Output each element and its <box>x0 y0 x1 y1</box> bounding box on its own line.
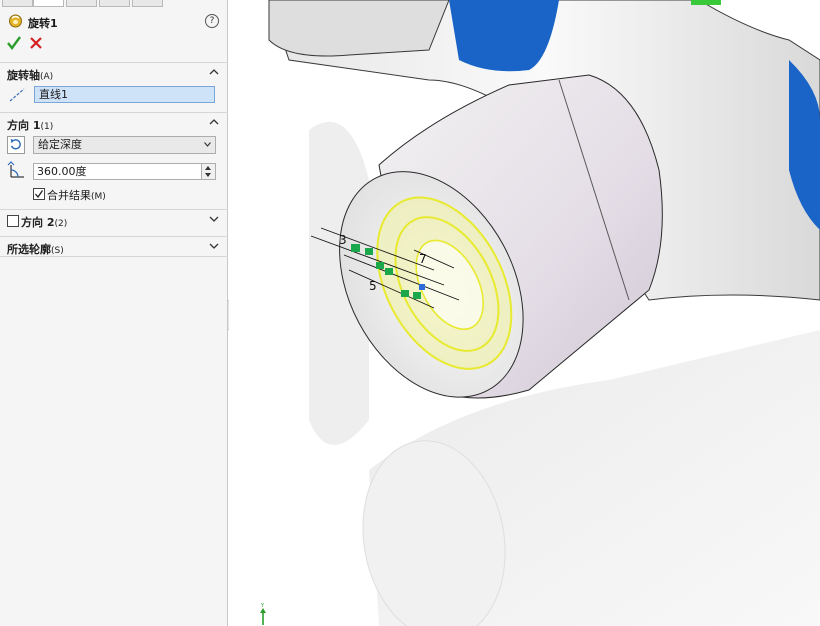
panel-tabs <box>0 0 228 8</box>
stepper-down-icon[interactable] <box>205 173 211 177</box>
green-face-edge <box>691 0 721 5</box>
top-flange-surface <box>268 0 450 57</box>
angle-stepper[interactable] <box>201 164 215 179</box>
angle-input[interactable]: 360.00度 <box>33 163 216 180</box>
help-icon[interactable]: ? <box>205 14 219 28</box>
view-triad: Y <box>260 603 266 625</box>
end-condition-value: 给定深度 <box>38 138 82 151</box>
reverse-direction-button[interactable] <box>7 136 25 154</box>
chevron-down-icon[interactable] <box>209 242 219 250</box>
direction2-section-title: 方向 2(2) <box>21 216 68 229</box>
stepper-up-icon[interactable] <box>205 166 211 170</box>
svg-text:Y: Y <box>260 603 265 609</box>
tab-dimxpert-manager[interactable] <box>99 0 130 7</box>
model-view: 3 7 5 <box>268 0 820 626</box>
direction2-checkbox[interactable] <box>7 215 19 227</box>
tab-feature-manager[interactable] <box>2 0 33 7</box>
direction2-section-header[interactable]: 方向 2(2) <box>0 209 228 230</box>
tab-display-manager[interactable] <box>132 0 163 7</box>
contours-section-header[interactable]: 所选轮廓(S) <box>0 236 228 257</box>
chevron-down-icon <box>204 142 211 147</box>
tab-property-manager[interactable] <box>33 0 64 7</box>
contours-section-title: 所选轮廓(S) <box>7 243 64 256</box>
axis-selection-field[interactable]: 直线1 <box>34 86 215 103</box>
feature-title: 旋转1 <box>28 17 58 30</box>
dimension-label[interactable]: 5 <box>369 279 377 293</box>
feature-header: 旋转1 ? <box>0 12 228 32</box>
property-manager-panel: 旋转1 ? 旋转轴(A) 直线1 方向 1(1) 给定深度 360.00度 合并… <box>0 0 228 626</box>
chevron-up-icon[interactable] <box>209 118 219 126</box>
direction1-section-title: 方向 1(1) <box>7 119 54 132</box>
angle-value: 360.00度 <box>37 165 87 178</box>
chevron-down-icon[interactable] <box>209 215 219 223</box>
graphics-viewport[interactable]: 3 7 5 Y <box>229 0 820 626</box>
checkmark-icon <box>35 190 44 199</box>
cancel-button[interactable] <box>28 35 44 51</box>
revolve-feature-icon <box>9 14 22 28</box>
close-icon <box>30 37 42 49</box>
merge-result-checkbox[interactable] <box>33 188 45 200</box>
axis-section-header[interactable]: 旋转轴(A) <box>0 62 228 83</box>
dimension-label[interactable]: 7 <box>419 252 427 266</box>
tab-configuration-manager[interactable] <box>66 0 97 7</box>
axis-section-title: 旋转轴(A) <box>7 69 54 82</box>
chevron-up-icon[interactable] <box>209 68 219 76</box>
dimension-label[interactable]: 3 <box>339 233 347 247</box>
end-condition-dropdown[interactable]: 给定深度 <box>33 136 216 154</box>
section-divider <box>0 256 228 257</box>
axis-line-icon <box>9 88 25 102</box>
ok-button[interactable] <box>6 34 22 52</box>
reverse-direction-icon <box>10 138 21 150</box>
angle-icon <box>7 161 24 178</box>
checkmark-icon <box>7 36 21 50</box>
merge-result-label: 合并结果(M) <box>47 189 106 202</box>
direction1-section-header[interactable]: 方向 1(1) <box>0 112 228 133</box>
